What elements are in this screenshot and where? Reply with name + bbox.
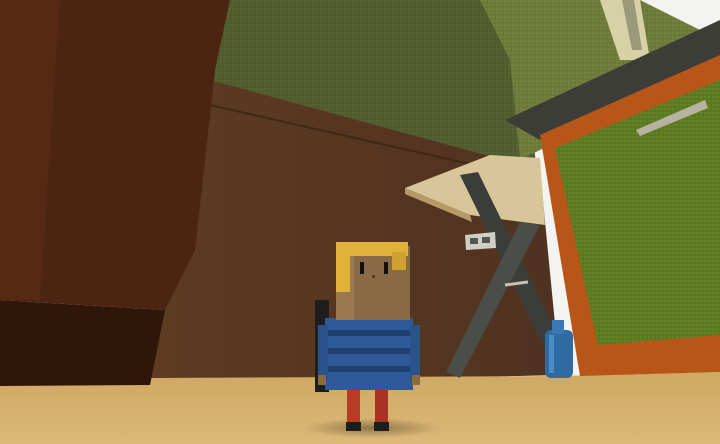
character-eye-left — [360, 262, 364, 274]
character-shadow — [302, 418, 442, 438]
game-viewport[interactable] — [0, 0, 720, 444]
power-outlet — [465, 232, 496, 250]
game-scene — [0, 0, 720, 444]
character-eye-right — [384, 262, 388, 274]
